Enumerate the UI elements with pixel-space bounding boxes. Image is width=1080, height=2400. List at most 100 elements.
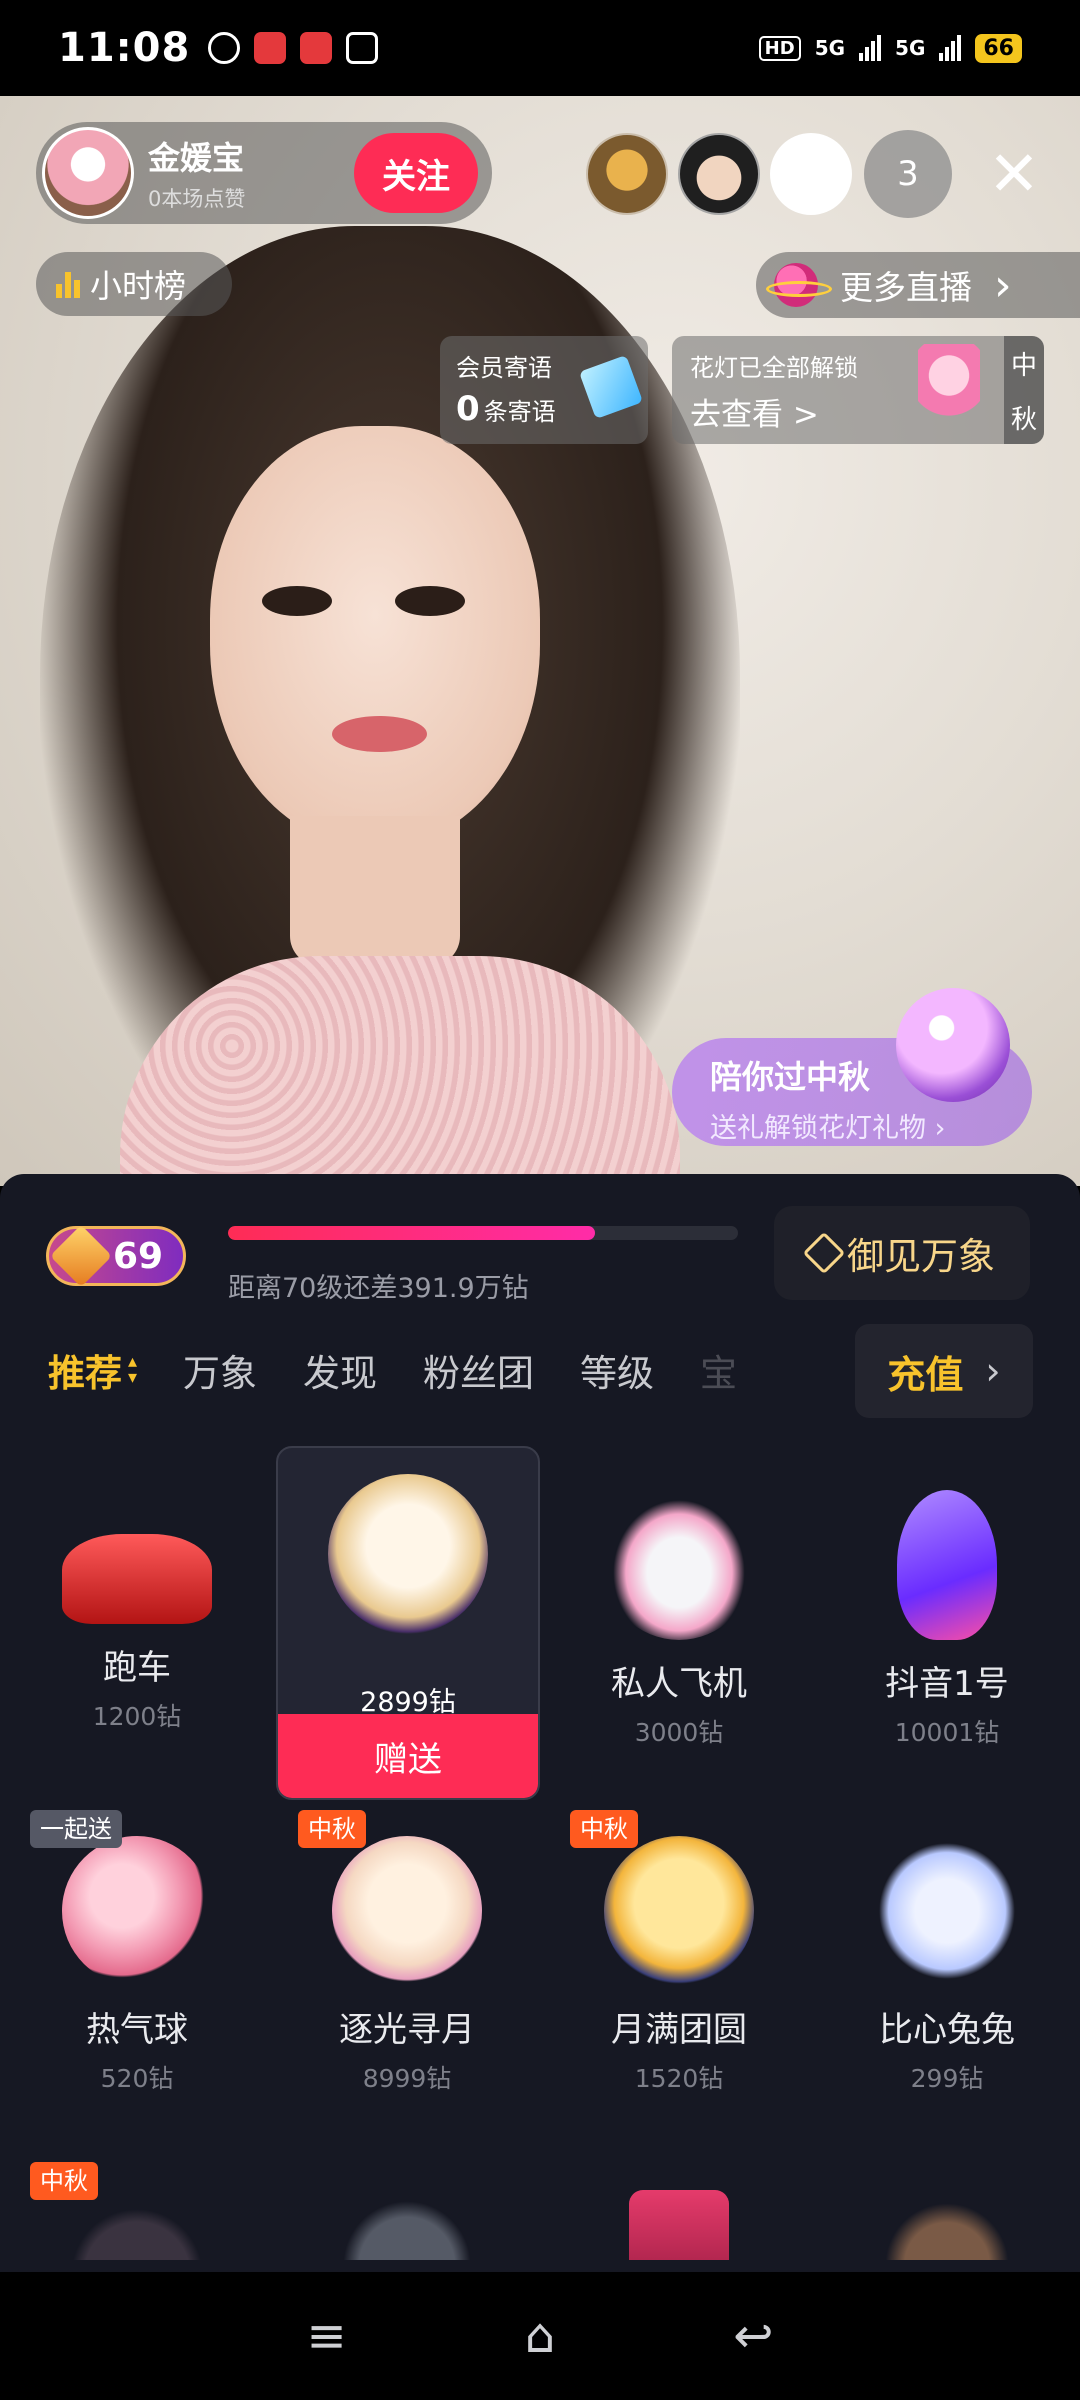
viewer-avatar[interactable] — [770, 133, 852, 215]
lantern-unlock-card[interactable]: 花灯已全部解锁 去查看 > 中 秋 — [672, 336, 1044, 444]
mid-autumn-promo-badge[interactable]: 陪你过中秋 送礼解锁花灯礼物 › — [672, 988, 1032, 1146]
tab-fan-club[interactable]: 粉丝团 — [423, 1343, 534, 1397]
lantern-icon — [918, 344, 980, 434]
gift-name: 月满团圆 — [611, 2010, 747, 2050]
hot-air-balloon-icon — [62, 1836, 212, 1986]
gift-partial-icon — [62, 2200, 212, 2260]
gift-price: 1520钻 — [634, 2064, 724, 2093]
host-likes: 0本场点赞 — [148, 187, 246, 211]
status-bar: 11:08 HD 5G 5G 66 — [0, 0, 1080, 96]
viewer-count[interactable]: 3 — [864, 130, 952, 218]
gift-item[interactable]: 中秋 月满团圆 1520钻 — [548, 1810, 810, 2130]
mid-autumn-tag: 中秋 — [298, 1810, 366, 1848]
host-info: 金媛宝 0本场点赞 — [148, 133, 245, 213]
hour-rank-button[interactable]: 小时榜 — [36, 252, 232, 316]
planet-icon — [766, 263, 832, 307]
tab-more[interactable]: 宝 — [700, 1343, 737, 1397]
streamer-video-eye — [262, 586, 332, 616]
gift-item[interactable] — [548, 2140, 810, 2260]
streamer-video-neck — [290, 816, 460, 966]
moon-boat-icon — [328, 1474, 488, 1634]
viewer-avatar[interactable] — [586, 133, 668, 215]
tab-discover[interactable]: 发现 — [303, 1343, 377, 1397]
hour-rank-label: 小时榜 — [90, 267, 187, 305]
gift-price: 1200钻 — [92, 1702, 182, 1731]
tab-recommend[interactable]: 推荐 ▴ ▾ — [48, 1343, 137, 1397]
app-notification-icon — [254, 32, 287, 64]
user-level-badge[interactable]: 69 — [46, 1224, 186, 1288]
gift-name: 跑车 — [103, 1648, 171, 1688]
yacht-icon — [332, 2190, 482, 2260]
status-time: 11:08 — [58, 25, 191, 71]
recharge-button[interactable]: 充值 › — [855, 1324, 1033, 1418]
gift-item[interactable]: 抖音1号 10001钻 — [816, 1464, 1078, 1784]
level-number: 69 — [113, 1235, 164, 1277]
together-send-tag: 一起送 — [30, 1810, 122, 1848]
network-label-1: 5G — [814, 36, 846, 60]
video-app-icon — [346, 32, 379, 64]
gift-item[interactable]: 私人飞机 3000钻 — [548, 1464, 810, 1784]
gift-category-tabs: 推荐 ▴ ▾ 万象 发现 粉丝团 等级 宝 — [48, 1330, 848, 1410]
recharge-label: 充值 — [887, 1352, 964, 1397]
streamer-video-face — [210, 426, 540, 846]
level-progress-text: 距离70级还差391.9万钻 — [228, 1273, 529, 1304]
gift-panel: 69 距离70级还差391.9万钻 御见万象 推荐 ▴ ▾ 万象 发现 粉丝团 等… — [0, 1174, 1080, 2272]
gift-item[interactable]: 比心兔兔 299钻 — [816, 1810, 1078, 2130]
wechat-icon — [208, 32, 241, 64]
streamer-video-lips — [332, 716, 427, 752]
heart-bunny-icon — [872, 1836, 1022, 1986]
host-avatar[interactable] — [42, 127, 134, 219]
member-message-card[interactable]: 会员寄语 0 条寄语 — [440, 336, 648, 444]
network-label-2: 5G — [895, 36, 926, 60]
streamer-video-eye — [395, 586, 465, 616]
gift-item[interactable]: 跑车 1200钻 — [6, 1464, 268, 1784]
home-icon[interactable]: ⌂ — [505, 2301, 575, 2371]
host-info-pill[interactable]: 金媛宝 0本场点赞 关注 — [36, 122, 492, 224]
gift-name: 热气球 — [86, 2010, 188, 2050]
gift-name: 逐光寻月 — [339, 2010, 475, 2050]
crystal-ball-icon — [896, 988, 1010, 1102]
yujian-label: 御见万象 — [847, 1235, 995, 1278]
tab-wanxiang[interactable]: 万象 — [183, 1343, 257, 1397]
viewer-avatar[interactable] — [678, 133, 760, 215]
member-message-suffix: 条寄语 — [483, 398, 556, 426]
gift-name: 抖音1号 — [885, 1664, 1009, 1704]
level-gem-icon — [49, 1224, 113, 1288]
viewer-list: 3 — [586, 130, 952, 218]
mid-autumn-tag-top: 中 — [1010, 350, 1037, 381]
mid-autumn-tag-bottom: 秋 — [1010, 404, 1037, 435]
douyin-gift-box-icon — [629, 2190, 729, 2260]
menu-icon[interactable]: ≡ — [292, 2301, 362, 2371]
sort-icon: ▴ ▾ — [128, 1351, 138, 1388]
tab-label: 推荐 — [48, 1352, 122, 1395]
gift-item[interactable]: 中秋 — [6, 2140, 268, 2260]
more-live-label: 更多直播 — [840, 268, 972, 307]
tab-level[interactable]: 等级 — [580, 1343, 654, 1397]
sports-car-icon — [62, 1534, 212, 1624]
back-icon[interactable]: ↩ — [718, 2301, 788, 2371]
taobao-icon — [300, 32, 333, 64]
gift-price: 520钻 — [100, 2064, 174, 2093]
signal-icon — [859, 35, 882, 61]
hd-icon: HD — [758, 35, 801, 61]
gift-item-selected[interactable]: 2899钻 赠送 — [276, 1446, 540, 1800]
rocket-icon — [897, 1490, 997, 1640]
member-message-count: 0 — [456, 389, 480, 429]
gift-partial-icon — [872, 2190, 1022, 2260]
send-gift-button[interactable]: 赠送 — [278, 1714, 538, 1798]
more-live-button[interactable]: 更多直播 › — [756, 252, 1080, 318]
gift-item[interactable] — [816, 2140, 1078, 2260]
follow-button[interactable]: 关注 — [354, 133, 478, 213]
mid-autumn-side-tag: 中 秋 — [1004, 336, 1044, 444]
signal-icon — [939, 35, 962, 61]
gift-item[interactable]: 中秋 逐光寻月 8999钻 — [276, 1810, 538, 2130]
chevron-right-icon: › — [994, 259, 1012, 311]
yujian-wanxiang-button[interactable]: 御见万象 — [774, 1206, 1030, 1300]
gift-item[interactable] — [276, 2140, 538, 2260]
close-icon[interactable]: ✕ — [980, 140, 1048, 208]
gift-price: 3000钻 — [634, 1718, 724, 1747]
gift-name: 私人飞机 — [611, 1664, 747, 1704]
gift-item[interactable]: 一起送 热气球 520钻 — [6, 1810, 268, 2130]
rank-bar-icon — [56, 270, 80, 298]
moon-couple-icon — [332, 1836, 482, 1986]
